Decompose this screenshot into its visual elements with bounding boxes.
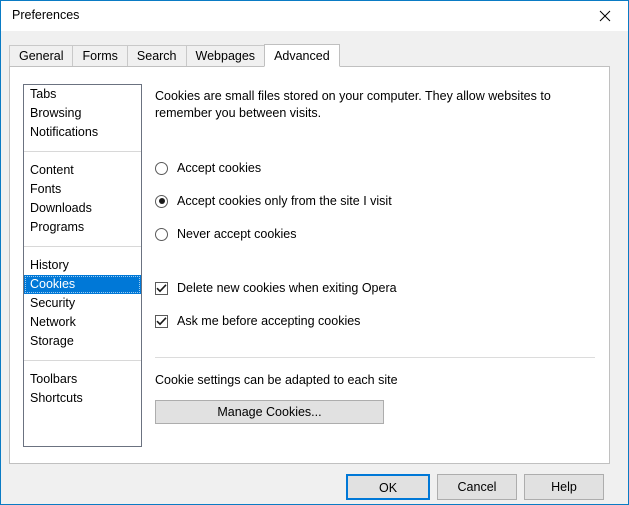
tab-strip: General Forms Search Webpages Advanced — [9, 44, 340, 67]
sidebar-item-shortcuts[interactable]: Shortcuts — [24, 389, 141, 408]
sidebar-item-security[interactable]: Security — [24, 294, 141, 313]
sidebar-item-downloads[interactable]: Downloads — [24, 199, 141, 218]
radio-label: Never accept cookies — [177, 227, 297, 241]
title-bar: Preferences — [1, 1, 628, 31]
checkbox-ask-before-accepting[interactable]: Ask me before accepting cookies — [155, 311, 595, 331]
tab-search[interactable]: Search — [126, 45, 187, 67]
sidebar-separator — [24, 246, 141, 247]
sidebar-item-tabs[interactable]: Tabs — [24, 85, 141, 104]
close-icon[interactable] — [582, 1, 628, 31]
sidebar-item-storage[interactable]: Storage — [24, 332, 141, 351]
category-group-4: Toolbars Shortcuts — [24, 370, 141, 408]
radio-unchecked-icon — [155, 227, 168, 241]
manage-cookies-button[interactable]: Manage Cookies... — [155, 400, 384, 424]
sidebar-item-content[interactable]: Content — [24, 161, 141, 180]
sidebar-separator — [24, 360, 141, 361]
sidebar-item-cookies[interactable]: Cookies — [24, 275, 141, 294]
content-divider — [155, 357, 595, 358]
radio-unchecked-icon — [155, 161, 168, 175]
checkbox-label: Delete new cookies when exiting Opera — [177, 281, 397, 295]
cookies-settings-content: Cookies are small files stored on your c… — [155, 84, 595, 424]
sidebar-item-fonts[interactable]: Fonts — [24, 180, 141, 199]
sidebar-separator — [24, 151, 141, 152]
ok-button[interactable]: OK — [346, 474, 430, 500]
cancel-button[interactable]: Cancel — [437, 474, 517, 500]
checkmark-icon — [155, 314, 168, 328]
radio-label: Accept cookies — [177, 161, 262, 175]
radio-checked-icon — [155, 194, 168, 208]
checkmark-icon — [155, 281, 168, 295]
tab-advanced[interactable]: Advanced — [264, 44, 340, 67]
category-group-2: Content Fonts Downloads Programs — [24, 161, 141, 237]
advanced-panel: Tabs Browsing Notifications Content Font… — [9, 66, 610, 464]
preferences-window: Preferences General Forms Search Webpage… — [0, 0, 629, 505]
checkbox-label: Ask me before accepting cookies — [177, 314, 361, 328]
tab-webpages[interactable]: Webpages — [185, 45, 266, 67]
radio-never-accept-cookies[interactable]: Never accept cookies — [155, 224, 595, 244]
sidebar-item-toolbars[interactable]: Toolbars — [24, 370, 141, 389]
help-button[interactable]: Help — [524, 474, 604, 500]
radio-label: Accept cookies only from the site I visi… — [177, 194, 392, 208]
per-site-note: Cookie settings can be adapted to each s… — [155, 373, 398, 387]
intro-description: Cookies are small files stored on your c… — [155, 89, 551, 120]
dialog-footer: OK Cancel Help — [1, 474, 628, 505]
sidebar-item-browsing[interactable]: Browsing — [24, 104, 141, 123]
radio-accept-cookies-site-only[interactable]: Accept cookies only from the site I visi… — [155, 191, 595, 211]
checkbox-delete-new-cookies[interactable]: Delete new cookies when exiting Opera — [155, 278, 595, 298]
cookie-acceptance-radio-group: Accept cookies Accept cookies only from … — [155, 158, 595, 244]
radio-accept-cookies[interactable]: Accept cookies — [155, 158, 595, 178]
tab-general[interactable]: General — [9, 45, 74, 67]
sidebar-item-programs[interactable]: Programs — [24, 218, 141, 237]
cookie-options-checkbox-group: Delete new cookies when exiting Opera As… — [155, 278, 595, 331]
sidebar-item-notifications[interactable]: Notifications — [24, 123, 141, 142]
category-group-1: Tabs Browsing Notifications — [24, 85, 141, 142]
category-group-3: History Cookies Security Network Storage — [24, 256, 141, 351]
category-listbox[interactable]: Tabs Browsing Notifications Content Font… — [23, 84, 142, 447]
window-title: Preferences — [12, 8, 80, 22]
sidebar-item-network[interactable]: Network — [24, 313, 141, 332]
tab-forms[interactable]: Forms — [72, 45, 128, 67]
sidebar-item-history[interactable]: History — [24, 256, 141, 275]
